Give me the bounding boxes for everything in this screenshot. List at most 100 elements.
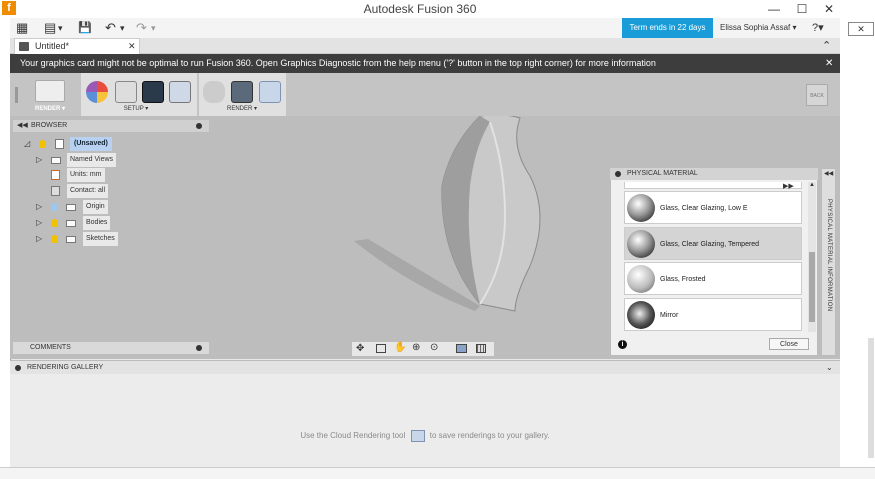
units-icon [51,170,60,180]
expand-triangle-icon[interactable]: ▷ [36,232,42,246]
material-item-selected[interactable]: Glass, Clear Glazing, Tempered [624,227,802,260]
component-icon [55,139,64,149]
folder-icon [66,236,76,243]
scene-settings-icon[interactable] [115,81,137,103]
visibility-bulb-icon[interactable] [51,235,58,243]
undo-dropdown-icon[interactable]: ▾ [120,20,125,36]
render-window-icon[interactable] [231,81,253,103]
visibility-bulb-icon[interactable] [51,219,58,227]
material-item[interactable]: Glass, Clear Glazing, Low E [624,191,802,224]
zoom-icon[interactable]: ⊕ [412,342,420,353]
display-settings-icon[interactable] [456,344,467,353]
help-button[interactable]: ?▾ [812,18,836,38]
redo-dropdown-icon[interactable]: ▾ [151,20,156,36]
comments-panel-header[interactable]: COMMENTS [13,342,209,354]
cloud-rendering-icon[interactable] [410,430,425,442]
material-list-scrollbar[interactable]: ▲ [808,182,816,332]
root-component-label[interactable]: (Unsaved) [70,137,112,151]
material-item[interactable]: Glass, Frosted [624,262,802,295]
navigation-bar: ✥ ✋ ⊕ ⊙ [352,342,494,356]
view-cube-back[interactable]: BACK [806,84,828,106]
visibility-bulb-icon[interactable] [39,140,46,148]
gallery-pin-icon[interactable] [15,365,21,371]
grid-menu-icon[interactable]: ▦ [16,20,28,36]
orbit-icon[interactable]: ✥ [356,343,364,354]
browser-collapse-icon[interactable]: ◀◀ [17,120,28,132]
physical-material-header[interactable]: PHYSICAL MATERIAL [610,168,818,180]
background-close-icon[interactable]: ✕ [848,22,874,36]
list-expand-icon[interactable]: ▶▶ [783,182,794,190]
document-tab[interactable]: Untitled* ✕ [14,38,140,54]
rendering-gallery-header[interactable]: RENDERING GALLERY ⌄ [10,360,840,374]
material-item[interactable]: Mirror [624,298,802,331]
zoom-window-icon[interactable]: ⊙ [430,342,438,353]
browser-title: BROWSER [31,122,68,129]
origin-row[interactable]: ▷ Origin [33,200,203,214]
cloud-render-icon[interactable] [259,81,281,103]
save-icon[interactable]: 💾 [78,20,92,36]
gallery-collapse-icon[interactable]: ⌄ [826,361,833,375]
collapse-triangle-icon[interactable]: ◿ [24,137,30,151]
close-window-button[interactable]: ✕ [815,0,843,18]
sketches-row[interactable]: ▷ Sketches [33,232,203,246]
origin-label: Origin [83,200,108,214]
quick-access-toolbar: ▦ ▤ ▾ 💾 ↶ ▾ ↷ ▾ [10,18,840,38]
warning-close-icon[interactable]: ✕ [825,54,833,73]
texture-map-icon[interactable] [142,81,164,103]
document-icon [19,42,29,51]
scroll-up-arrow-icon[interactable]: ▲ [809,182,815,188]
browser-pin-icon[interactable] [196,123,202,129]
expand-triangle-icon[interactable]: ▷ [36,153,42,167]
sketches-label: Sketches [83,232,118,246]
material-panel-pin-icon[interactable] [615,171,621,177]
look-at-icon[interactable] [376,344,386,353]
graphics-warning-bar: Your graphics card might not be optimal … [10,54,840,73]
material-list: ▶▶ Glass, Clear Glazing, Low E Glass, Cl… [623,182,805,332]
term-notice-button[interactable]: Term ends in 22 days [622,18,713,38]
window-title: Autodesk Fusion 360 [363,2,477,16]
material-close-button[interactable]: Close [769,338,809,350]
minimize-button[interactable]: — [760,0,788,18]
named-views-label: Named Views [67,153,117,167]
maximize-button[interactable]: ☐ [788,0,816,18]
document-tab-close-icon[interactable]: ✕ [128,39,136,54]
physical-material-info-tab[interactable]: ◀◀ PHYSICAL MATERIAL INFORMATION [821,168,836,356]
comments-add-icon[interactable] [196,345,202,351]
contact-row[interactable]: Contact: all [33,184,203,198]
user-menu[interactable]: Elissa Sophia Assaf ▾ [720,18,800,38]
browser-header[interactable]: ◀◀ BROWSER [13,120,209,132]
redo-icon[interactable]: ↷ [136,20,147,36]
side-tab-collapse-icon[interactable]: ◀◀ [824,170,833,177]
material-label: Glass, Frosted [660,276,706,283]
gallery-message-before: Use the Cloud Rendering tool [300,431,406,441]
units-row[interactable]: Units: mm [33,168,203,182]
tab-bar-expand-icon[interactable]: ⌃ [822,39,831,52]
browser-root-row[interactable]: ◿ (Unsaved) [22,137,202,151]
grid-settings-icon[interactable] [476,344,486,353]
mirror-swatch-icon [627,301,655,329]
named-views-row[interactable]: ▷ Named Views [33,153,203,167]
file-menu-icon[interactable]: ▤ [44,20,56,36]
render-group-label[interactable]: RENDER ▾ [217,105,267,112]
material-info-icon[interactable]: i [618,340,627,349]
contact-icon [51,186,60,196]
setup-group-label[interactable]: SETUP ▾ [111,105,161,112]
bodies-row[interactable]: ▷ Bodies [33,216,203,230]
material-item-partial[interactable] [624,182,802,189]
teapot-icon[interactable] [203,81,225,103]
contact-label: Contact: all [67,184,109,198]
scrollbar-thumb[interactable] [809,252,815,322]
decal-icon[interactable] [169,81,191,103]
file-dropdown-icon[interactable]: ▾ [58,20,63,36]
expand-triangle-icon[interactable]: ▷ [36,200,42,214]
glass-swatch-icon [627,194,655,222]
undo-icon[interactable]: ↶ [105,20,116,36]
background-scrollbar[interactable] [868,338,874,458]
expand-triangle-icon[interactable]: ▷ [36,216,42,230]
workspace-switcher[interactable]: RENDER ▾ [13,75,79,115]
visibility-bulb-icon[interactable] [51,203,58,211]
background-window-strip: ✕ [840,18,875,479]
pan-icon[interactable]: ✋ [394,342,406,353]
appearance-icon[interactable] [86,81,108,103]
render-group: RENDER ▾ [199,73,286,116]
